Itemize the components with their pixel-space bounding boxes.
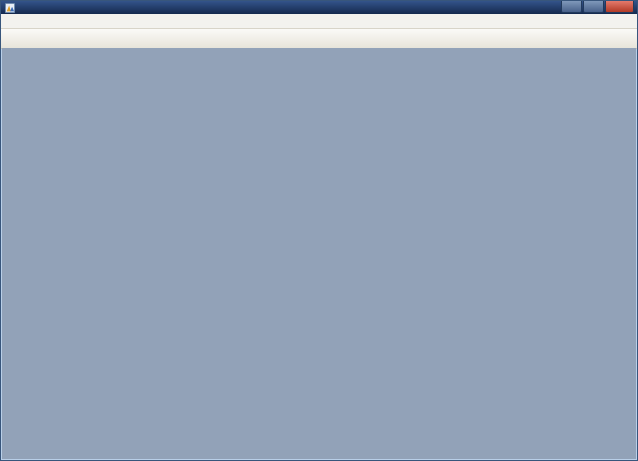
menu-processing[interactable] [40,20,52,22]
menu-file[interactable] [4,20,16,22]
spectraline-app [0,0,638,461]
mdi-workspace [2,48,636,459]
maximize-button[interactable] [583,1,604,13]
main-window-controls [561,1,634,13]
menubar [1,14,637,29]
menu-windows[interactable] [52,20,64,22]
main-titlebar[interactable] [1,1,637,14]
menu-options[interactable] [28,20,40,22]
app-logo-icon [5,3,15,13]
menu-help[interactable] [64,20,76,22]
menu-analyzer[interactable] [16,20,28,22]
close-button[interactable] [605,1,634,13]
toolbar [1,29,637,49]
minimize-button[interactable] [561,1,582,13]
